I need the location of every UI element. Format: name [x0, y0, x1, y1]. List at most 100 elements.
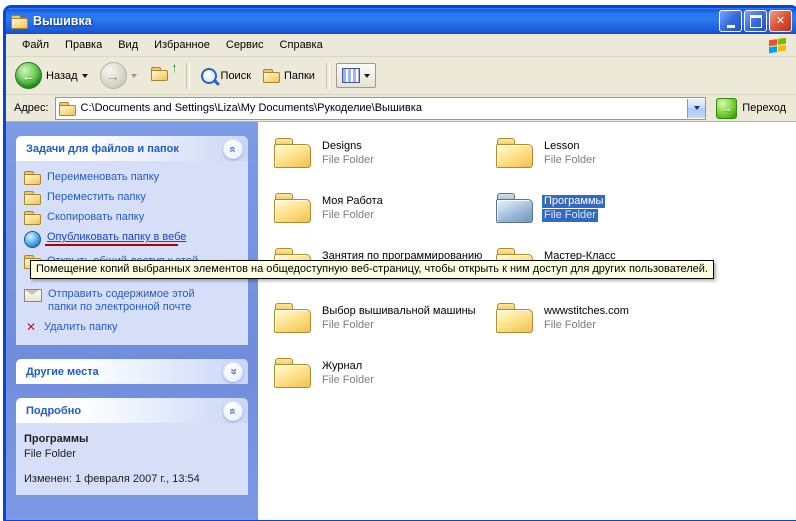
menu-item-file[interactable]: Файл	[14, 36, 57, 54]
menu-item-tools[interactable]: Сервис	[218, 36, 272, 54]
address-input[interactable]: C:\Documents and Settings\Liza\My Docume…	[55, 97, 707, 120]
folder-type: File Folder	[320, 154, 376, 167]
folder-type: File Folder	[542, 319, 598, 332]
task-label: Переместить папку	[47, 191, 146, 204]
minimize-button[interactable]	[719, 10, 742, 32]
task-publish-folder-web[interactable]: Опубликовать папку в вебе	[24, 231, 242, 248]
views-dropdown-icon	[364, 74, 370, 78]
rename-folder-icon	[24, 171, 41, 184]
menu-bar: Файл Правка Вид Избранное Сервис Справка	[6, 34, 796, 57]
up-button[interactable]	[144, 64, 180, 87]
section-title: Другие места	[26, 366, 99, 378]
task-copy-folder[interactable]: Скопировать папку	[24, 211, 242, 224]
task-email-folder[interactable]: Отправить содержимое этой папки по элект…	[24, 288, 242, 314]
task-label: Скопировать папку	[47, 211, 144, 224]
folder-icon	[496, 303, 533, 332]
folder-name: Designs	[320, 140, 364, 153]
windows-logo-icon	[769, 37, 786, 52]
folder-type: File Folder	[542, 154, 598, 167]
search-icon	[201, 68, 217, 84]
folder-icon-selected	[496, 193, 533, 222]
file-folder-tasks-body: Переименовать папку Переместить папку Ск…	[16, 161, 248, 345]
section-title: Задачи для файлов и папок	[26, 143, 179, 155]
section-header-file-folder-tasks[interactable]: Задачи для файлов и папок	[16, 136, 248, 161]
folder-name: Моя Работа	[320, 195, 385, 208]
menu-item-help[interactable]: Справка	[272, 36, 331, 54]
section-file-folder-tasks: Задачи для файлов и папок Переименовать …	[16, 136, 248, 345]
folders-icon	[263, 69, 280, 82]
menu-item-edit[interactable]: Правка	[57, 36, 110, 54]
folder-item-wwwstitches[interactable]: wwwstitches.com File Folder	[496, 303, 718, 358]
folder-icon	[274, 303, 311, 332]
menu-item-favorites[interactable]: Избранное	[146, 36, 218, 54]
task-label: Переименовать папку	[47, 171, 159, 184]
folder-type: File Folder	[320, 319, 376, 332]
back-dropdown-icon[interactable]	[82, 74, 88, 78]
address-value[interactable]: C:\Documents and Settings\Liza\My Docume…	[81, 102, 683, 114]
window-folder-icon	[11, 15, 28, 28]
up-folder-icon	[151, 67, 173, 84]
task-label: Отправить содержимое этой папки по элект…	[48, 288, 220, 314]
views-icon	[342, 68, 360, 83]
publish-web-icon	[24, 231, 41, 248]
forward-button[interactable]	[95, 59, 142, 92]
chevron-down-icon[interactable]	[223, 362, 243, 382]
folder-item-vybor-vyshivalnoy-mashiny[interactable]: Выбор вышивальной машины File Folder	[274, 303, 496, 358]
folders-button[interactable]: Папки	[258, 66, 320, 85]
task-label: Опубликовать папку в вебе	[47, 231, 186, 244]
go-label: Переход	[742, 102, 786, 114]
folder-type: File Folder	[542, 209, 598, 222]
address-label: Адрес:	[14, 102, 49, 114]
task-move-folder[interactable]: Переместить папку	[24, 191, 242, 204]
task-pane: Задачи для файлов и папок Переименовать …	[6, 122, 258, 520]
chevron-down-icon	[694, 106, 700, 110]
toolbar-separator	[186, 63, 190, 89]
section-header-other-places[interactable]: Другие места	[16, 359, 248, 384]
toolbar-separator	[326, 63, 330, 89]
title-bar[interactable]: Вышивка	[6, 8, 796, 34]
folder-type: File Folder	[320, 209, 376, 222]
details-modified-date: Изменен: 1 февраля 2007 г., 13:54	[24, 473, 240, 485]
go-button[interactable]: Переход	[712, 96, 790, 121]
views-button[interactable]	[336, 63, 376, 88]
tooltip: Помещение копий выбранных элементов на о…	[30, 260, 714, 279]
folder-item-zhurnal[interactable]: Журнал File Folder	[274, 358, 496, 413]
forward-icon	[100, 62, 127, 89]
folders-label: Папки	[284, 70, 315, 82]
folder-icon	[496, 138, 533, 167]
folder-name: Журнал	[320, 360, 364, 373]
main-area: Задачи для файлов и папок Переименовать …	[6, 122, 796, 520]
maximize-icon	[750, 15, 762, 28]
email-icon	[24, 289, 42, 302]
section-other-places: Другие места	[16, 359, 248, 384]
folder-name: wwwstitches.com	[542, 305, 631, 318]
folder-item-designs[interactable]: Designs File Folder	[274, 138, 496, 193]
folder-item-moya-rabota[interactable]: Моя Работа File Folder	[274, 193, 496, 248]
maximize-button[interactable]	[744, 10, 767, 32]
folder-icon	[274, 358, 311, 387]
back-label: Назад	[46, 70, 78, 82]
close-button[interactable]	[769, 10, 792, 32]
chevron-up-icon[interactable]	[223, 401, 243, 421]
section-title: Подробно	[26, 405, 81, 417]
task-label: Удалить папку	[44, 321, 118, 334]
back-icon	[15, 62, 42, 89]
back-button[interactable]: Назад	[10, 59, 93, 92]
folder-item-programmy-selected[interactable]: Программы File Folder	[496, 193, 718, 248]
address-dropdown-button[interactable]	[687, 99, 705, 118]
task-rename-folder[interactable]: Переименовать папку	[24, 171, 242, 184]
task-delete-folder[interactable]: Удалить папку	[24, 321, 242, 335]
forward-dropdown-icon	[131, 74, 137, 78]
menu-item-view[interactable]: Вид	[110, 36, 146, 54]
section-details: Подробно Программы File Folder Изменен: …	[16, 398, 248, 495]
chevron-up-icon[interactable]	[223, 139, 243, 159]
search-label: Поиск	[221, 70, 251, 82]
explorer-window: Вышивка Файл Правка Вид Избранное Сервис…	[3, 5, 796, 521]
details-body: Программы File Folder Изменен: 1 февраля…	[16, 423, 248, 495]
move-folder-icon	[24, 191, 41, 204]
folder-item-lesson[interactable]: Lesson File Folder	[496, 138, 718, 193]
address-folder-icon	[59, 102, 76, 115]
close-icon	[776, 15, 785, 27]
search-button[interactable]: Поиск	[196, 65, 256, 87]
section-header-details[interactable]: Подробно	[16, 398, 248, 423]
